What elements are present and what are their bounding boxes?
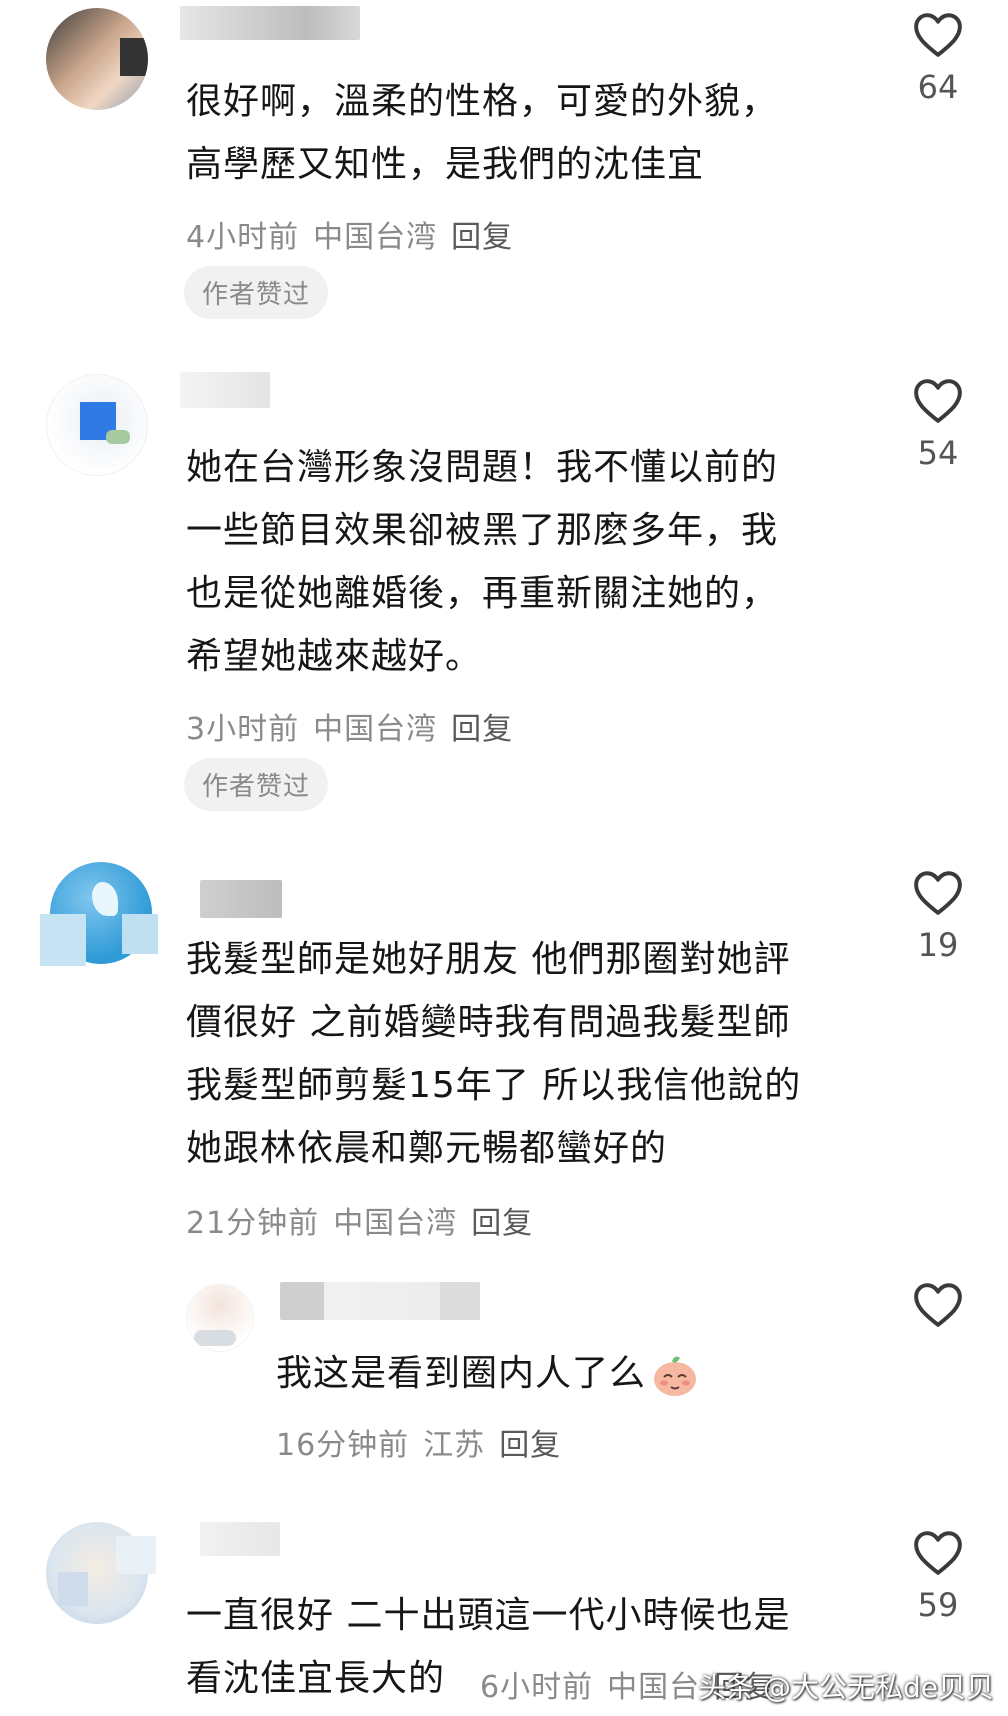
comment-meta: 4小时前 中国台湾 回复 bbox=[186, 212, 527, 256]
comment-text: 我髮型師是她好朋友 他們那圈對她評 價很好 之前婚變時我有問過我髮型師 我髮型師… bbox=[186, 939, 802, 1169]
username-redacted[interactable] bbox=[180, 372, 270, 408]
like-count: 59 bbox=[917, 1586, 959, 1624]
comment-location: 江苏 bbox=[423, 1428, 486, 1463]
reply-button[interactable]: 回复 bbox=[471, 1206, 533, 1241]
comment-location: 中国台湾 bbox=[313, 712, 438, 747]
comment-time: 4小时前 bbox=[186, 220, 300, 255]
reply-button[interactable]: 回复 bbox=[451, 220, 513, 255]
watermark: 头条 @大公无私de贝贝 bbox=[698, 1671, 994, 1704]
comment-location: 中国台湾 bbox=[333, 1206, 458, 1241]
comment-text: 很好啊，溫柔的性格，可愛的外貌， 高學歷又知性，是我們的沈佳宜 bbox=[186, 81, 779, 185]
user-avatar[interactable] bbox=[46, 8, 148, 110]
comment-time: 6小时前 bbox=[480, 1670, 594, 1705]
like-button[interactable] bbox=[893, 1282, 983, 1338]
user-avatar[interactable] bbox=[40, 862, 158, 966]
comment-text: 我这是看到圈内人了么 bbox=[276, 1342, 700, 1405]
heart-outline-icon[interactable] bbox=[913, 870, 963, 916]
comment-time: 16分钟前 bbox=[276, 1428, 410, 1463]
like-button[interactable]: 59 bbox=[893, 1530, 983, 1624]
username-redacted[interactable] bbox=[280, 1282, 480, 1320]
like-count: 19 bbox=[917, 926, 959, 964]
heart-outline-icon[interactable] bbox=[913, 1530, 963, 1576]
comment-text: 她在台灣形象沒問題！我不懂以前的 一些節目效果卻被黑了那麽多年，我 也是從她離婚… bbox=[186, 447, 779, 677]
heart-outline-icon[interactable] bbox=[913, 1282, 963, 1328]
like-button[interactable]: 54 bbox=[893, 378, 983, 472]
shy-face-emoji-icon bbox=[654, 1356, 697, 1396]
author-liked-badge: 作者赞过 bbox=[184, 266, 329, 319]
like-count: 54 bbox=[917, 434, 959, 472]
user-avatar[interactable] bbox=[46, 1522, 158, 1626]
reply-button[interactable]: 回复 bbox=[451, 712, 513, 747]
reply-text: 我这是看到圈内人了么 bbox=[276, 1353, 647, 1394]
comment-location: 中国台湾 bbox=[313, 220, 438, 255]
username-redacted[interactable] bbox=[200, 880, 282, 918]
comment-time: 21分钟前 bbox=[186, 1206, 320, 1241]
like-button[interactable]: 19 bbox=[893, 870, 983, 964]
comment-meta: 21分钟前 中国台湾 回复 bbox=[186, 1198, 547, 1242]
author-liked-badge: 作者赞过 bbox=[184, 758, 329, 811]
like-count: 64 bbox=[917, 68, 959, 106]
heart-outline-icon[interactable] bbox=[913, 378, 963, 424]
username-redacted[interactable] bbox=[200, 1522, 280, 1556]
heart-outline-icon[interactable] bbox=[913, 12, 963, 58]
username-redacted[interactable] bbox=[180, 6, 360, 40]
comment-location: 中国台 bbox=[607, 1670, 701, 1705]
user-avatar[interactable] bbox=[186, 1284, 254, 1352]
user-avatar[interactable] bbox=[46, 374, 148, 476]
comment-time: 3小时前 bbox=[186, 712, 300, 747]
like-button[interactable]: 64 bbox=[893, 12, 983, 106]
comment-meta: 3小时前 中国台湾 回复 bbox=[186, 704, 527, 748]
reply-button[interactable]: 回复 bbox=[499, 1428, 561, 1463]
comment-meta: 16分钟前 江苏 回复 bbox=[276, 1420, 575, 1464]
